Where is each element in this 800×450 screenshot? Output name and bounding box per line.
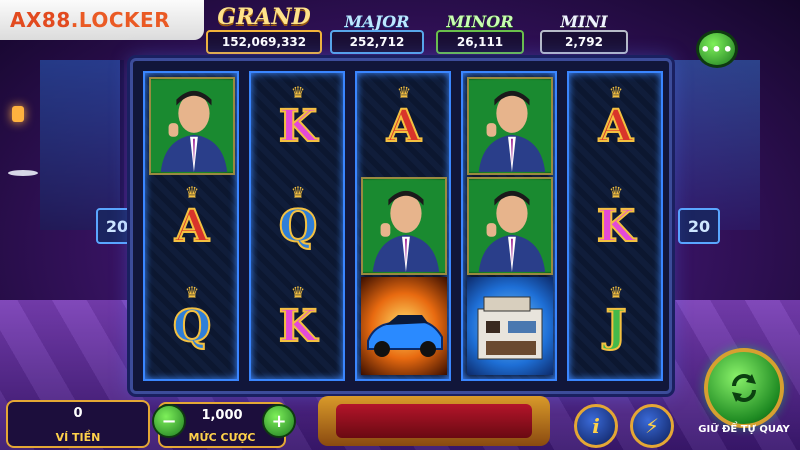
symbol-letter-k: ♛ K xyxy=(573,177,659,275)
jackpot-grand-value: 152,069,332 xyxy=(206,30,322,54)
jackpot-grand-title: GRAND xyxy=(217,4,311,30)
symbol-letter: Q xyxy=(278,200,318,253)
wallet-panel: 0 VÍ TIỀN xyxy=(6,400,150,448)
refresh-icon xyxy=(732,374,756,402)
symbol-letter: J xyxy=(605,300,628,353)
spin-hint-label: GIỮ ĐỂ TỰ QUAY xyxy=(698,424,790,435)
symbol-sports-car xyxy=(361,277,447,375)
crown-icon: ♛ xyxy=(290,83,306,102)
brand-logo-part1: AX88 xyxy=(10,8,71,32)
brand-logo-part2: .LOCKER xyxy=(70,8,171,32)
jackpot-major-value: 252,712 xyxy=(330,30,424,54)
background-window-right xyxy=(660,60,760,230)
win-display-panel xyxy=(318,396,550,446)
jackpot-minor: MINOR 26,111 xyxy=(436,8,524,54)
reel-4 xyxy=(461,71,557,381)
symbol-letter: K xyxy=(596,200,636,253)
wallet-balance: 0 xyxy=(73,406,83,421)
symbol-letter-a: ♛ A xyxy=(149,177,235,275)
info-button[interactable]: i xyxy=(574,404,618,448)
reel-frame: ♛ A ♛ Q ♛ K ♛ Q ♛ K ♛ A ♛ A ♛ K ♛ J xyxy=(130,58,672,394)
symbol-letter: A xyxy=(174,200,210,253)
symbol-letter-k: ♛ K xyxy=(255,277,341,375)
symbol-letter-a: ♛ A xyxy=(573,77,659,175)
bar-stool xyxy=(8,170,38,176)
payline-count-right: 20 xyxy=(678,208,720,244)
crown-icon: ♛ xyxy=(608,83,624,102)
symbol-mansion xyxy=(467,277,553,375)
crown-icon: ♛ xyxy=(184,283,200,302)
jackpot-major: MAJOR 252,712 xyxy=(330,8,424,54)
jackpot-mini: MINI 2,792 xyxy=(540,8,628,54)
symbol-man-wild xyxy=(467,177,553,275)
symbol-letter: A xyxy=(386,100,422,153)
jackpot-minor-value: 26,111 xyxy=(436,30,524,54)
symbol-letter: A xyxy=(598,100,634,153)
jackpot-grand: GRAND 152,069,332 xyxy=(206,4,322,54)
menu-button[interactable]: ••• xyxy=(696,30,738,68)
symbol-man-wild xyxy=(361,177,447,275)
jackpot-mini-value: 2,792 xyxy=(540,30,628,54)
symbol-letter-j: ♛ J xyxy=(573,277,659,375)
symbol-letter: Q xyxy=(172,300,212,353)
wallet-label: VÍ TIỀN xyxy=(55,431,101,444)
symbol-letter-k: ♛ K xyxy=(255,77,341,175)
crown-icon: ♛ xyxy=(608,283,624,302)
background-window-left xyxy=(40,60,124,230)
spin-button[interactable] xyxy=(704,348,784,428)
crown-icon: ♛ xyxy=(396,83,412,102)
symbol-letter-q: ♛ Q xyxy=(149,277,235,375)
wall-lamp xyxy=(12,106,24,122)
jackpot-minor-title: MINOR xyxy=(446,12,514,31)
reel-1: ♛ A ♛ Q xyxy=(143,71,239,381)
reel-2: ♛ K ♛ Q ♛ K xyxy=(249,71,345,381)
jackpot-mini-title: MINI xyxy=(560,12,608,31)
reel-3: ♛ A xyxy=(355,71,451,381)
symbol-letter-a: ♛ A xyxy=(361,77,447,175)
symbol-man-wild xyxy=(467,77,553,175)
symbol-man-wild xyxy=(149,77,235,175)
symbol-letter: K xyxy=(278,300,318,353)
win-display-screen xyxy=(336,404,532,438)
reel-5: ♛ A ♛ K ♛ J xyxy=(567,71,663,381)
turbo-button[interactable]: ⚡ xyxy=(630,404,674,448)
crown-icon: ♛ xyxy=(290,183,306,202)
symbol-letter: K xyxy=(278,100,318,153)
crown-icon: ♛ xyxy=(290,283,306,302)
decrease-bet-button[interactable]: − xyxy=(152,404,186,438)
increase-bet-button[interactable]: + xyxy=(262,404,296,438)
brand-logo: AX88 .LOCKER xyxy=(0,0,204,40)
crown-icon: ♛ xyxy=(608,183,624,202)
jackpot-major-title: MAJOR xyxy=(344,12,410,31)
crown-icon: ♛ xyxy=(184,183,200,202)
symbol-letter-q: ♛ Q xyxy=(255,177,341,275)
